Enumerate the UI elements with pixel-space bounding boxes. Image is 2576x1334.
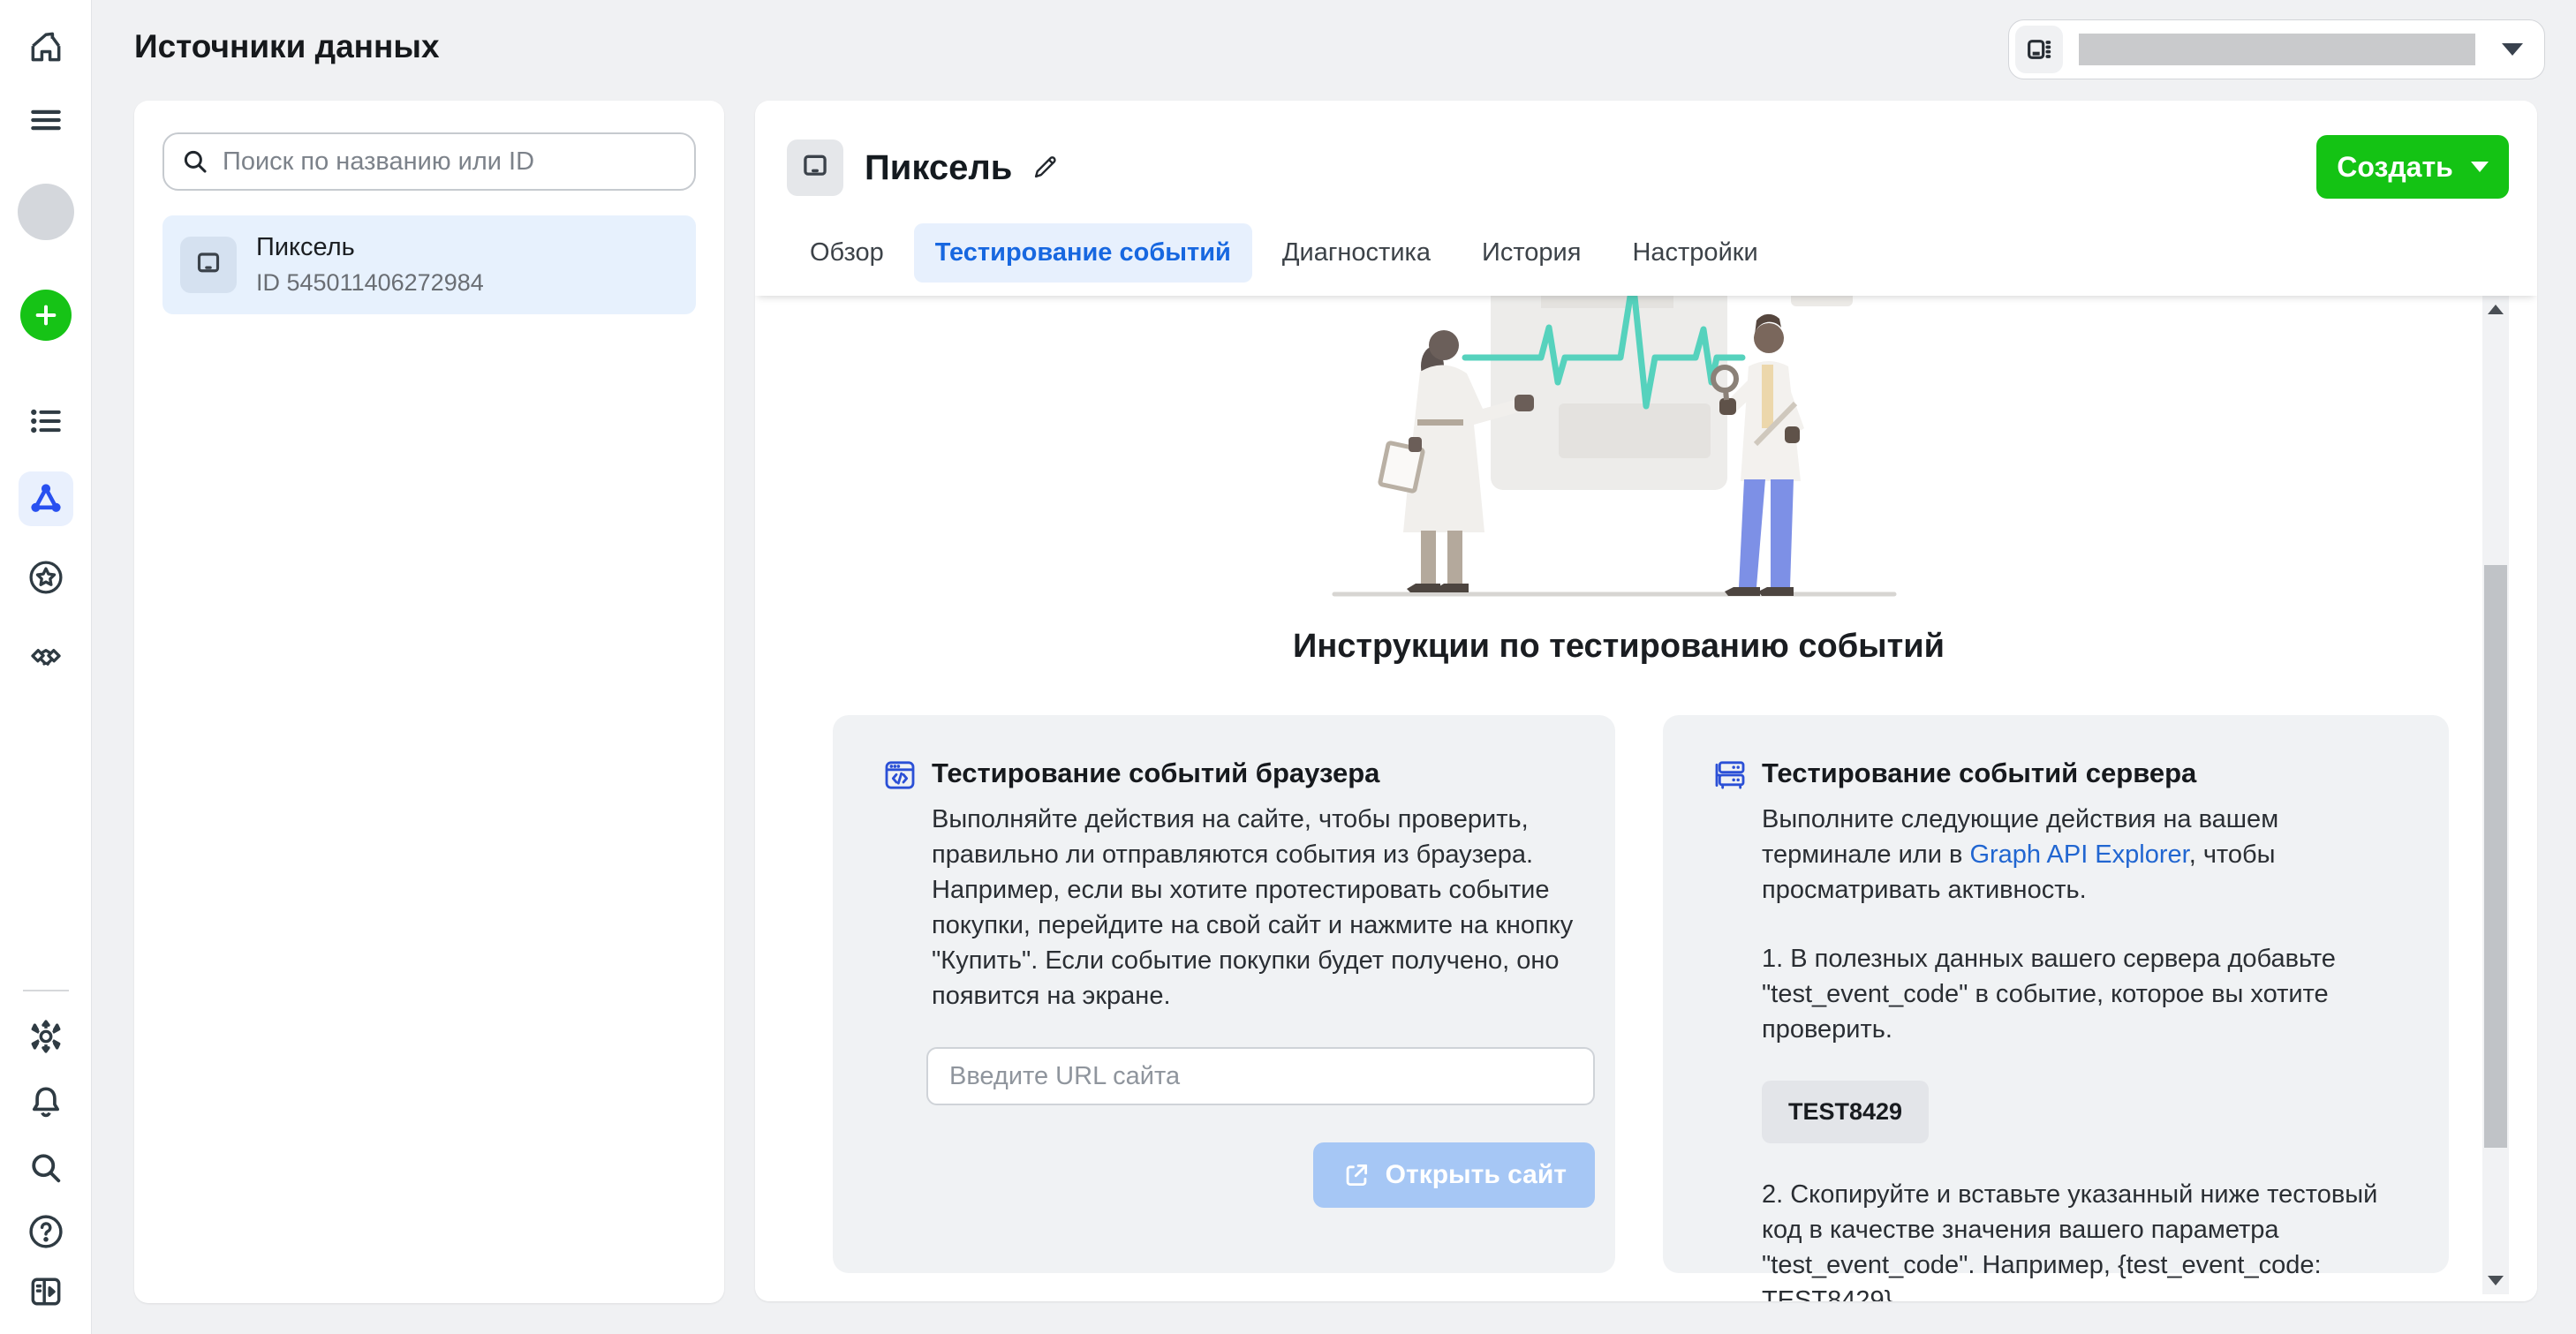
help-icon[interactable] xyxy=(26,1212,65,1251)
events-manager-screen: Источники данных Пиксель ID 545011406272… xyxy=(0,0,2576,1334)
external-link-icon xyxy=(1341,1160,1371,1190)
open-site-label: Открыть сайт xyxy=(1386,1160,1567,1190)
chevron-down-icon xyxy=(2471,162,2489,172)
events-list-icon[interactable] xyxy=(26,402,65,441)
laptop-icon xyxy=(787,139,843,196)
instructions-heading: Инструкции по тестированию событий xyxy=(755,628,2482,666)
create-plus-button[interactable] xyxy=(20,290,72,341)
event-testing-illustration xyxy=(1310,296,1928,601)
source-item-pixel[interactable]: Пиксель ID 545011406272984 xyxy=(162,215,696,314)
collapse-panel-icon[interactable] xyxy=(26,1272,65,1311)
browser-card-body: Выполняйте действия на сайте, чтобы пров… xyxy=(932,802,1578,1014)
page-title: Источники данных xyxy=(134,28,440,65)
pixel-content-scroll: Инструкции по тестированию событий Тести… xyxy=(755,296,2537,1301)
server-step-2: 2. Скопируйте и вставьте указанный ниже … xyxy=(1762,1177,2412,1301)
notifications-bell-icon[interactable] xyxy=(26,1082,65,1121)
edit-pencil-icon[interactable] xyxy=(1030,153,1060,183)
tab-overview[interactable]: Обзор xyxy=(789,223,905,283)
browser-code-icon xyxy=(882,757,918,793)
tab-diagnostics[interactable]: Диагностика xyxy=(1261,223,1452,283)
create-button[interactable]: Создать xyxy=(2316,135,2509,199)
favorites-star-icon[interactable] xyxy=(26,558,65,597)
settings-gear-icon[interactable] xyxy=(26,1017,65,1056)
pixel-detail-panel: Пиксель Обзор Тестирование событий Диагн… xyxy=(755,101,2537,1301)
scrollbar[interactable] xyxy=(2482,296,2509,1294)
tab-history[interactable]: История xyxy=(1461,223,1602,283)
menu-icon[interactable] xyxy=(26,101,65,139)
pixel-tabs: Обзор Тестирование событий Диагностика И… xyxy=(789,223,1779,283)
site-url-input[interactable] xyxy=(926,1047,1595,1105)
tab-settings[interactable]: Настройки xyxy=(1611,223,1779,283)
graph-api-explorer-link[interactable]: Graph API Explorer xyxy=(1969,840,2188,869)
test-event-code: TEST8429 xyxy=(1762,1081,1929,1143)
server-icon xyxy=(1712,757,1748,793)
server-card-intro: Выполните следующие действия на вашем те… xyxy=(1762,802,2412,908)
business-selector[interactable] xyxy=(2008,19,2545,79)
open-site-button[interactable]: Открыть сайт xyxy=(1313,1142,1595,1208)
create-button-label: Создать xyxy=(2337,151,2453,184)
business-icon xyxy=(2015,26,2063,73)
search-icon[interactable] xyxy=(26,1149,65,1187)
rail-divider xyxy=(23,990,69,991)
server-events-card: Тестирование событий сервера Выполните с… xyxy=(1663,715,2449,1273)
partners-handshake-icon[interactable] xyxy=(26,637,65,676)
data-sources-icon[interactable] xyxy=(19,471,73,526)
scroll-down-arrow-icon[interactable] xyxy=(2488,1276,2504,1285)
search-input[interactable] xyxy=(223,147,678,177)
scroll-up-arrow-icon[interactable] xyxy=(2488,305,2504,314)
home-icon[interactable] xyxy=(26,27,65,66)
browser-events-card: Тестирование событий браузера Выполняйте… xyxy=(833,715,1615,1273)
pixel-title: Пиксель xyxy=(865,148,1012,188)
source-item-id: ID 545011406272984 xyxy=(256,269,484,297)
business-name-redacted xyxy=(2079,34,2475,65)
tab-event-testing[interactable]: Тестирование событий xyxy=(914,223,1252,283)
pixel-header: Пиксель Обзор Тестирование событий Диагн… xyxy=(755,101,2537,296)
sources-panel: Пиксель ID 545011406272984 xyxy=(134,101,724,1303)
server-step-1: 1. В полезных данных вашего сервера доба… xyxy=(1762,941,2412,1047)
browser-card-title: Тестирование событий браузера xyxy=(932,757,1379,789)
nav-rail xyxy=(0,0,92,1334)
chevron-down-icon xyxy=(2502,43,2523,56)
sources-search xyxy=(162,132,696,191)
scrollbar-thumb[interactable] xyxy=(2484,565,2507,1148)
avatar[interactable] xyxy=(18,184,74,240)
laptop-icon xyxy=(180,237,237,293)
server-card-title: Тестирование событий сервера xyxy=(1762,757,2196,789)
search-icon xyxy=(180,147,210,177)
source-item-title: Пиксель xyxy=(256,233,484,262)
